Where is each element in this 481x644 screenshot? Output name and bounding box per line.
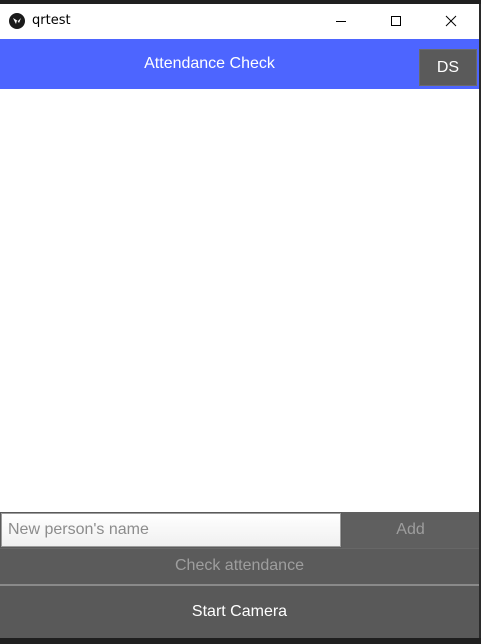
- minimize-icon: [336, 20, 346, 22]
- app-header: Attendance Check DS: [0, 39, 479, 89]
- check-attendance-button[interactable]: Check attendance: [0, 548, 479, 584]
- add-person-row: New person's name Add: [0, 512, 479, 548]
- app-icon: [9, 13, 25, 29]
- app-window: qrtest Attendance Check DS New person's …: [0, 4, 481, 638]
- maximize-button[interactable]: [373, 4, 419, 37]
- name-input[interactable]: New person's name: [1, 513, 341, 547]
- desktop-background-bottom: [0, 638, 481, 644]
- close-button[interactable]: [428, 4, 474, 37]
- page-title: Attendance Check: [144, 55, 275, 72]
- close-icon: [445, 15, 457, 26]
- start-camera-button[interactable]: Start Camera: [0, 584, 479, 638]
- ds-button[interactable]: DS: [419, 49, 477, 86]
- title-bar[interactable]: qrtest: [0, 4, 479, 39]
- window-title: qrtest: [32, 13, 71, 28]
- screen: qrtest Attendance Check DS New person's …: [0, 0, 481, 644]
- minimize-button[interactable]: [318, 4, 364, 37]
- attendance-list-area: [0, 89, 479, 512]
- maximize-icon: [391, 15, 401, 26]
- add-button[interactable]: Add: [342, 512, 479, 548]
